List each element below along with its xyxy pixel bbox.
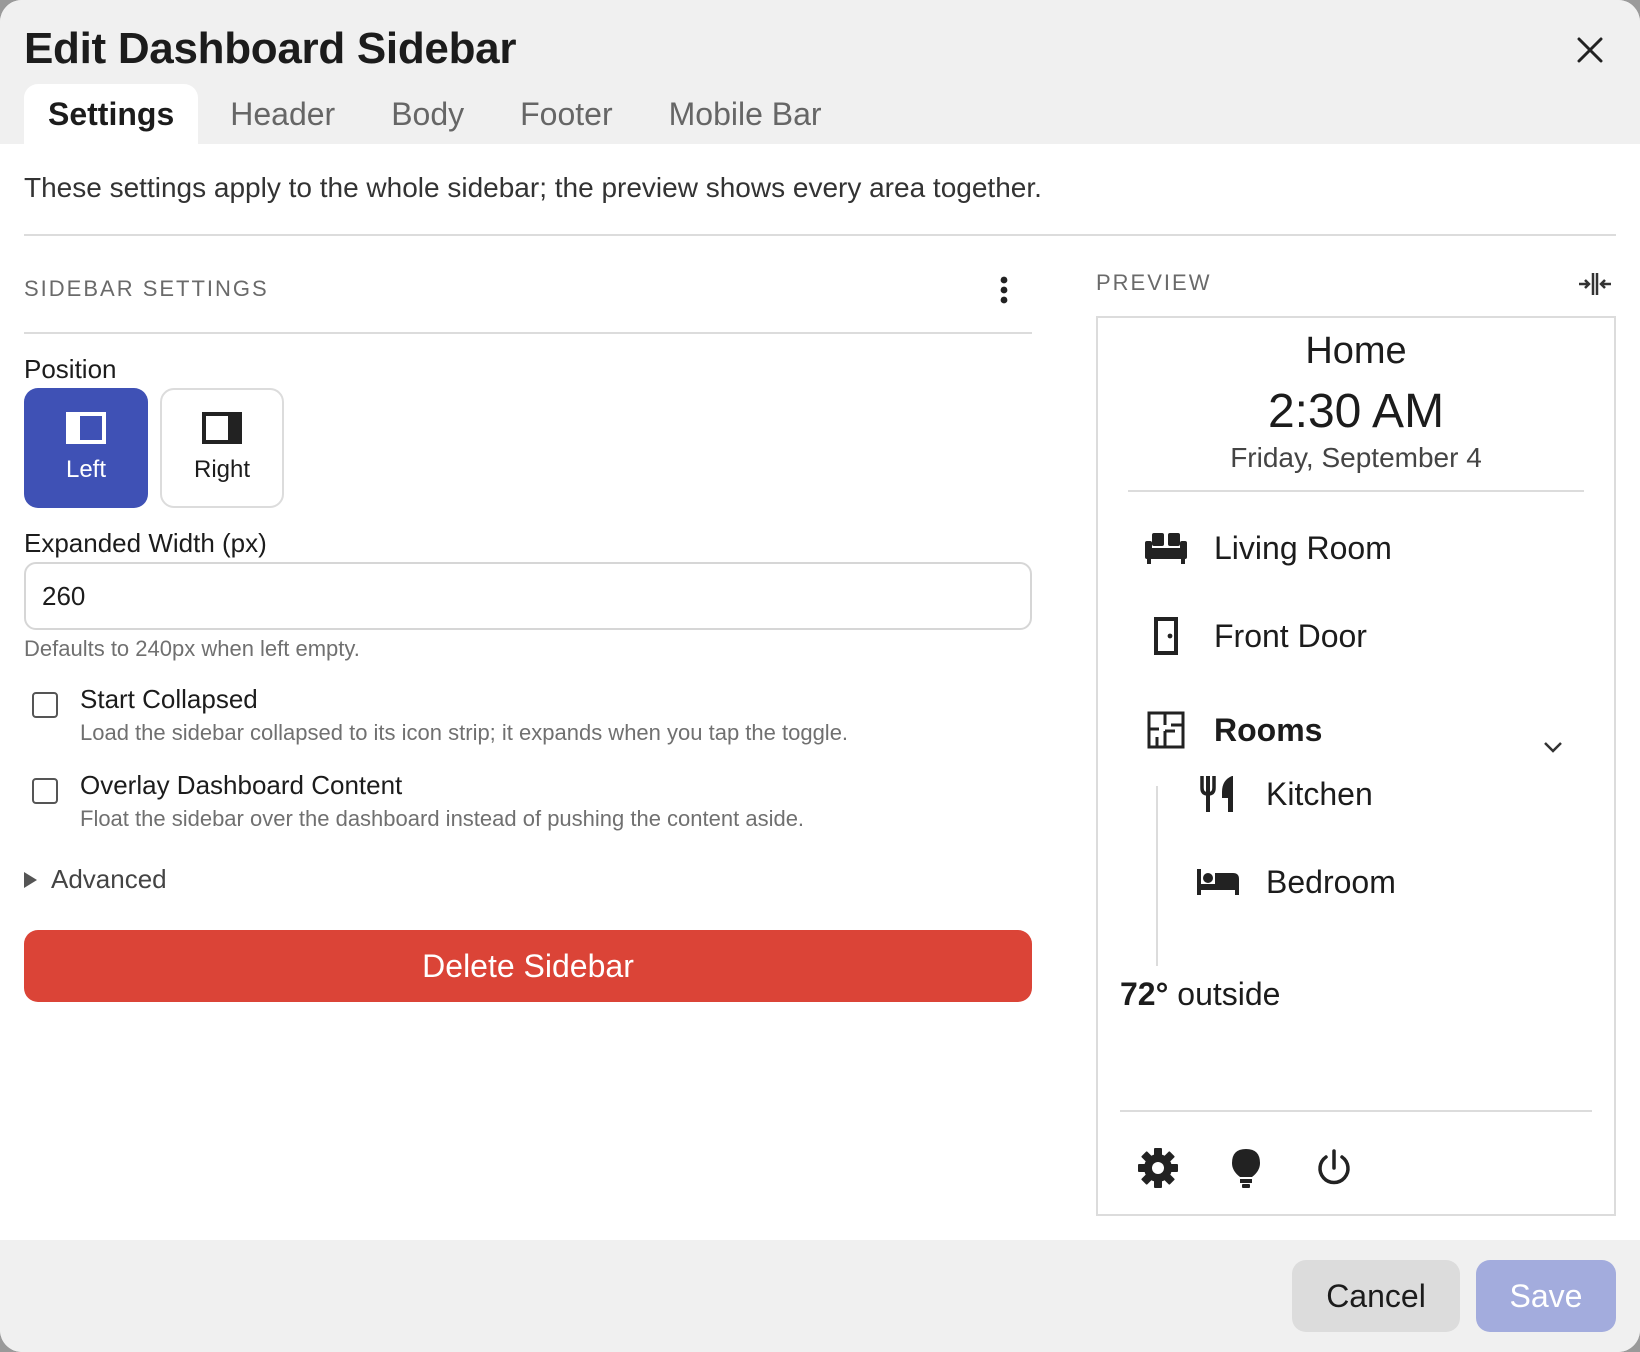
floor-plan-icon bbox=[1144, 708, 1188, 752]
section-title: SIDEBAR SETTINGS bbox=[24, 276, 269, 301]
preview-item-label: Front Door bbox=[1214, 617, 1367, 654]
power-icon bbox=[1318, 1149, 1350, 1185]
dialog-description: These settings apply to the whole sideba… bbox=[24, 172, 1042, 203]
preview-time: 2:30 AM bbox=[1267, 385, 1445, 438]
sidebar-preview: Home 2:30 AM Friday, September 4 Living … bbox=[1096, 316, 1616, 1216]
collapse-preview-button[interactable] bbox=[1578, 270, 1612, 298]
preview-item-rooms[interactable]: Rooms bbox=[1144, 708, 1322, 752]
dialog-title: Edit Dashboard Sidebar bbox=[24, 24, 517, 73]
preview-settings-button[interactable] bbox=[1134, 1144, 1182, 1192]
lightbulb-icon bbox=[1232, 1149, 1260, 1188]
start-collapsed-checkbox[interactable] bbox=[32, 692, 58, 718]
position-left-label: Left bbox=[65, 456, 107, 483]
preview-date: Friday, September 4 bbox=[1230, 442, 1482, 473]
preview-power-button[interactable] bbox=[1310, 1144, 1358, 1192]
dock-right-icon bbox=[202, 412, 242, 444]
save-button[interactable]: Save bbox=[1476, 1260, 1616, 1332]
width-hint: Defaults to 240px when left empty. bbox=[24, 636, 360, 661]
sofa-icon bbox=[1144, 526, 1188, 570]
expand-triangle-icon bbox=[24, 871, 37, 888]
position-left-button[interactable]: Left bbox=[24, 388, 148, 508]
tab-footer[interactable]: Footer bbox=[496, 84, 636, 144]
delete-sidebar-button[interactable]: Delete Sidebar bbox=[24, 930, 1032, 1002]
door-icon bbox=[1144, 614, 1188, 658]
temperature-value: 72° bbox=[1120, 976, 1169, 1012]
tab-settings[interactable]: Settings bbox=[24, 84, 199, 144]
dock-left-icon bbox=[66, 412, 106, 444]
preview-item-living-room[interactable]: Living Room bbox=[1144, 526, 1392, 570]
preview-item-bedroom[interactable]: Bedroom bbox=[1196, 860, 1396, 904]
more-options-button[interactable] bbox=[990, 272, 1018, 308]
temperature-suffix: outside bbox=[1168, 976, 1281, 1012]
tab-body[interactable]: Body bbox=[367, 84, 488, 144]
overlay-label: Overlay Dashboard Content bbox=[80, 770, 403, 800]
preview-item-label: Living Room bbox=[1214, 529, 1392, 566]
preview-item-kitchen[interactable]: Kitchen bbox=[1196, 772, 1373, 816]
width-label: Expanded Width (px) bbox=[24, 528, 267, 558]
position-right-label: Right bbox=[193, 456, 251, 483]
submenu-guide-line bbox=[1156, 786, 1158, 966]
tab-bar: Settings Header Body Footer Mobile Bar bbox=[24, 84, 854, 144]
rooms-expand-button[interactable] bbox=[1538, 732, 1568, 762]
chevron-down-icon bbox=[1544, 742, 1562, 753]
overlay-checkbox[interactable] bbox=[32, 778, 58, 804]
start-collapsed-label: Start Collapsed bbox=[80, 684, 258, 714]
dialog-header: Edit Dashboard Sidebar Settings Header B… bbox=[0, 0, 1640, 144]
cancel-button[interactable]: Cancel bbox=[1292, 1260, 1460, 1332]
position-label: Position bbox=[24, 354, 117, 384]
preview-item-front-door[interactable]: Front Door bbox=[1144, 614, 1367, 658]
divider bbox=[24, 332, 1032, 334]
tab-header[interactable]: Header bbox=[206, 84, 359, 144]
collapse-horizontal-icon bbox=[1579, 273, 1611, 295]
close-icon bbox=[1577, 37, 1603, 63]
divider bbox=[24, 234, 1616, 236]
tab-mobile-bar[interactable]: Mobile Bar bbox=[645, 84, 846, 144]
start-collapsed-description: Load the sidebar collapsed to its icon s… bbox=[80, 720, 849, 745]
preview-home-title: Home bbox=[1305, 330, 1407, 372]
divider bbox=[1120, 1110, 1592, 1112]
dialog-footer: Cancel Save bbox=[0, 1240, 1640, 1352]
fork-knife-icon bbox=[1196, 772, 1240, 816]
preview-title: PREVIEW bbox=[1096, 270, 1212, 295]
close-button[interactable] bbox=[1568, 28, 1612, 72]
bed-icon bbox=[1196, 860, 1240, 904]
preview-temperature: 72° outside bbox=[1120, 976, 1280, 1013]
preview-item-label: Bedroom bbox=[1266, 863, 1396, 900]
more-vert-icon bbox=[1000, 276, 1008, 304]
preview-item-label: Rooms bbox=[1214, 711, 1323, 748]
preview-item-label: Kitchen bbox=[1266, 775, 1373, 812]
overlay-description: Float the sidebar over the dashboard ins… bbox=[80, 806, 805, 831]
width-input[interactable] bbox=[24, 562, 1032, 630]
advanced-toggle[interactable]: Advanced bbox=[24, 864, 167, 895]
gear-icon bbox=[1138, 1148, 1178, 1188]
position-right-button[interactable]: Right bbox=[160, 388, 284, 508]
edit-sidebar-dialog: Edit Dashboard Sidebar Settings Header B… bbox=[0, 0, 1640, 1352]
advanced-label: Advanced bbox=[51, 864, 167, 894]
divider bbox=[1128, 490, 1584, 492]
preview-lights-button[interactable] bbox=[1222, 1144, 1270, 1192]
